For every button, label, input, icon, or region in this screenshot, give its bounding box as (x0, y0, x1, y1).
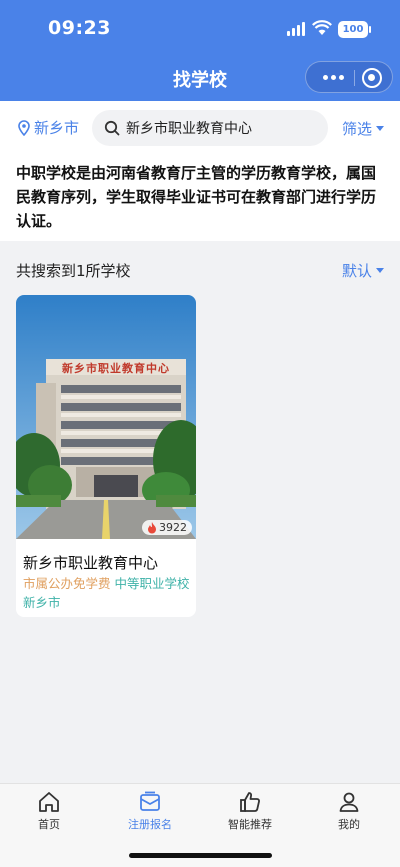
search-icon (104, 120, 120, 136)
sort-button[interactable]: 默认 (342, 260, 385, 281)
tab-register[interactable]: 注册报名 (110, 790, 190, 832)
school-photo: 新乡市职业教育中心 3922 (16, 295, 196, 539)
fee-tag: 市属公办免学费 (23, 576, 111, 591)
search-input[interactable]: 新乡市职业教育中心 (92, 110, 328, 146)
search-bar-row: 新乡市 新乡市职业教育中心 筛选 (0, 101, 400, 155)
filter-label: 筛选 (342, 120, 373, 138)
search-query: 新乡市职业教育中心 (126, 121, 252, 137)
tab-label: 注册报名 (128, 818, 172, 831)
battery-tip (369, 26, 371, 33)
thumbs-up-icon (240, 792, 260, 812)
photo-banner-text: 新乡市职业教育中心 (62, 362, 170, 375)
caret-down-icon (376, 126, 385, 131)
school-card[interactable]: 新乡市职业教育中心 3922 新乡市职业教育中心 市属公办免学费 中等职业学校 … (16, 295, 196, 617)
location-pin-icon (18, 119, 30, 136)
user-icon (339, 792, 359, 812)
header: 09:23 100 找学校 (0, 0, 400, 101)
heat-value: 3922 (159, 521, 187, 534)
wifi-icon (312, 20, 332, 35)
school-tags: 市属公办免学费 中等职业学校 新乡市 (23, 574, 191, 612)
tab-recommend[interactable]: 智能推荐 (210, 790, 290, 832)
tab-label: 我的 (338, 818, 360, 831)
flame-icon (148, 521, 156, 533)
school-type-tag: 中等职业学校 (114, 576, 190, 591)
school-building-image (16, 295, 196, 539)
battery-icon: 100 (338, 21, 368, 38)
status-bar: 09:23 100 (0, 0, 400, 56)
location-label: 新乡市 (34, 119, 80, 137)
capsule-divider (354, 70, 355, 86)
tab-home[interactable]: 首页 (9, 790, 89, 832)
results-header: 共搜索到1所学校 默认 (0, 252, 400, 288)
heat-badge: 3922 (142, 520, 192, 535)
home-icon (39, 792, 59, 812)
city-tag: 新乡市 (23, 595, 61, 610)
more-icon[interactable] (316, 62, 350, 92)
notice-text: 中职学校是由河南省教育厅主管的学历教育学校，属国民教育序列，学生取得毕业证书可在… (0, 155, 400, 241)
mail-icon (140, 791, 160, 811)
sort-label: 默认 (342, 262, 373, 280)
filter-button[interactable]: 筛选 (342, 118, 385, 139)
caret-down-icon (376, 268, 385, 273)
miniprogram-capsule (305, 61, 393, 93)
status-time: 09:23 (48, 17, 111, 39)
location-selector[interactable]: 新乡市 (18, 117, 79, 138)
close-miniprogram-icon[interactable] (362, 68, 382, 88)
tab-label: 智能推荐 (228, 818, 272, 831)
battery-level: 100 (342, 24, 364, 35)
tab-mine[interactable]: 我的 (309, 790, 389, 832)
tab-label: 首页 (38, 818, 60, 831)
school-name: 新乡市职业教育中心 (23, 554, 159, 572)
result-count: 共搜索到1所学校 (16, 262, 131, 280)
cellular-signal-icon (287, 22, 305, 36)
home-indicator[interactable] (129, 853, 272, 858)
